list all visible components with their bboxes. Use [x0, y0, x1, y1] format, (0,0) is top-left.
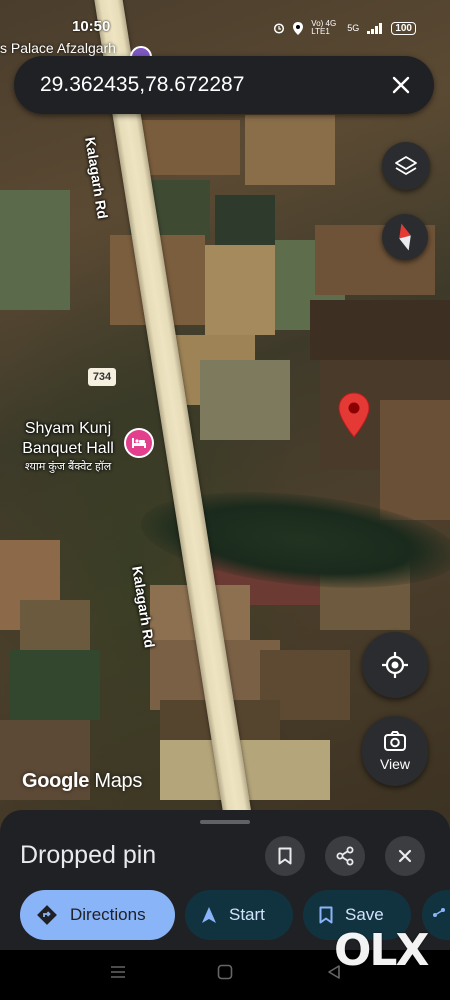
bookmark-icon — [278, 847, 292, 865]
layers-icon — [395, 156, 417, 175]
layers-button[interactable] — [382, 142, 430, 190]
coordinates-text[interactable]: 29.362435,78.672287 — [40, 73, 244, 97]
close-icon — [398, 849, 412, 863]
map-field — [200, 360, 290, 440]
share-icon — [336, 846, 354, 866]
directions-icon — [37, 905, 57, 925]
map-field — [245, 115, 335, 185]
status-bar: 10:50 Vo) 4G LTE1 5G 100 — [0, 18, 450, 40]
map-field — [10, 650, 100, 720]
road-label: Kalagarh Rd — [82, 136, 111, 220]
share-icon — [433, 908, 445, 917]
compass-icon — [399, 223, 411, 251]
status-icons: Vo) 4G LTE1 5G 100 — [273, 20, 416, 36]
network-label: Vo) 4G LTE1 — [311, 19, 337, 36]
battery-indicator: 100 — [391, 21, 416, 35]
clear-search-button[interactable] — [386, 70, 416, 100]
directions-button[interactable]: Directions — [20, 890, 175, 940]
save-label: Save — [345, 905, 384, 924]
alarm-icon — [274, 23, 285, 34]
olx-watermark: OLX — [334, 925, 429, 976]
poi-name-hindi: श्याम कुंज बैंक्वेट हॉल — [24, 461, 112, 473]
bookmark-icon — [319, 906, 333, 924]
home-icon — [217, 964, 233, 980]
search-bar[interactable]: 29.362435,78.672287 — [14, 56, 434, 114]
close-icon — [392, 76, 410, 94]
map-field — [380, 400, 450, 520]
recents-icon — [111, 966, 125, 978]
my-location-icon — [382, 652, 408, 678]
sheet-title: Dropped pin — [20, 841, 157, 869]
map-field — [215, 195, 275, 245]
signal-bars-icon — [367, 22, 383, 34]
navigation-arrow-icon — [202, 907, 216, 923]
map-field — [0, 190, 70, 310]
poi-marker[interactable] — [124, 428, 154, 458]
dropped-pin-marker[interactable] — [338, 392, 370, 438]
start-button[interactable]: Start — [185, 890, 293, 940]
my-location-button[interactable] — [362, 632, 428, 698]
save-icon-button[interactable] — [265, 836, 305, 876]
close-sheet-button[interactable] — [385, 836, 425, 876]
signal-label: 5G — [347, 23, 360, 33]
map-field — [205, 245, 275, 335]
share-button[interactable] — [325, 836, 365, 876]
place-label-top[interactable]: s Palace Afzalgarh — [0, 40, 116, 56]
poi-label[interactable]: Shyam Kunj Banquet Hall श्याम कुंज बैंक्… — [18, 419, 118, 474]
start-label: Start — [229, 905, 265, 924]
camera-view-icon — [384, 731, 406, 751]
compass-button[interactable] — [382, 214, 428, 260]
street-view-button[interactable]: View — [362, 716, 428, 786]
map-view[interactable]: Kalagarh Rd Kalagarh Rd 734 Shyam Kunj B… — [0, 0, 450, 840]
view-label: View — [379, 756, 411, 772]
poi-name-line2: Banquet Hall — [22, 440, 114, 457]
location-icon — [293, 21, 304, 35]
map-field — [310, 300, 450, 360]
google-maps-attribution: Google Maps — [22, 770, 143, 792]
poi-name-line1: Shyam Kunj — [24, 420, 112, 437]
home-button[interactable] — [217, 964, 233, 985]
recents-button[interactable] — [110, 964, 126, 985]
sheet-drag-handle[interactable] — [200, 820, 250, 824]
status-time: 10:50 — [72, 18, 111, 35]
directions-label: Directions — [70, 905, 146, 924]
hotel-icon — [132, 438, 146, 448]
route-shield[interactable]: 734 — [88, 368, 116, 386]
